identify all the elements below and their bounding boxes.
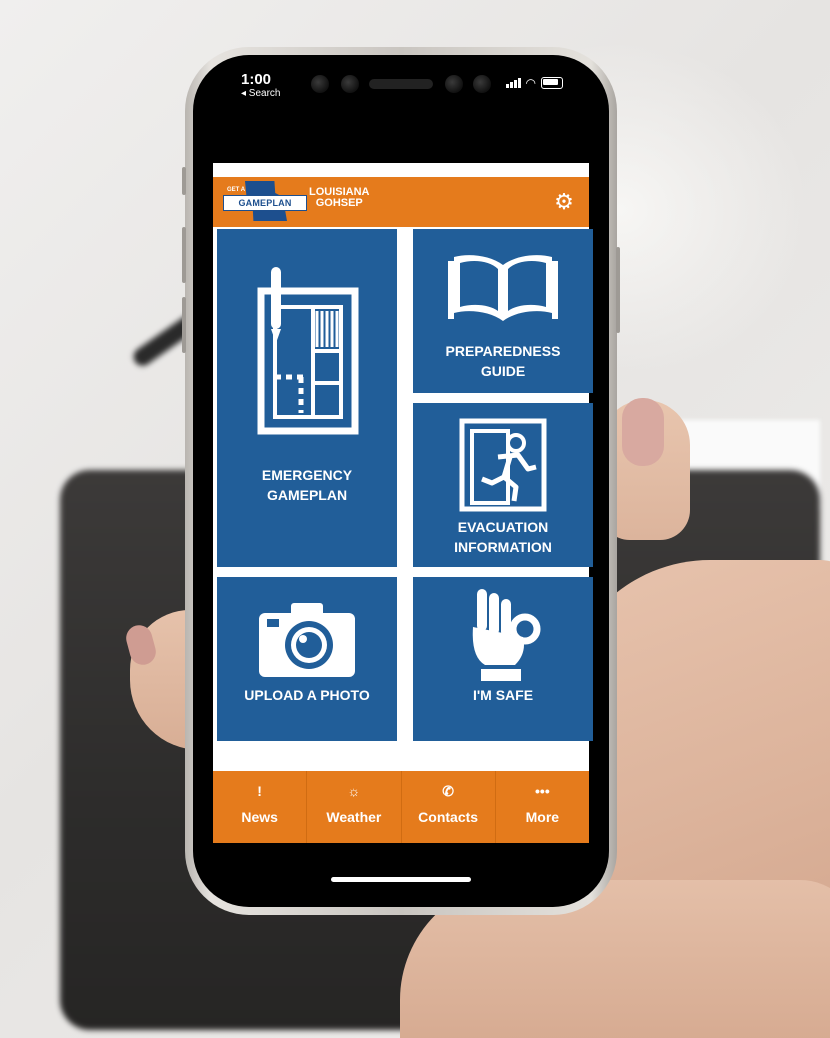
evacuation-information-tile[interactable]: EVACUATION INFORMATION (413, 403, 593, 567)
evacuation-information-label: EVACUATION INFORMATION (413, 517, 593, 557)
tile-label-line2: GAMEPLAN (266, 487, 348, 503)
app-header: GET A GAMEPLAN LOUISIANA GOHSEP ⚙ (213, 177, 589, 227)
back-to-search-link[interactable]: ◂ Search (241, 88, 280, 99)
sensor-icon (445, 75, 463, 93)
tile-label-line2: INFORMATION (454, 539, 552, 555)
phone-icon: ✆ (442, 783, 454, 799)
nav-contacts-label: Contacts (418, 809, 479, 825)
nav-contacts[interactable]: ✆ Contacts (402, 771, 496, 843)
tile-label-line1: PREPAREDNESS (445, 343, 561, 359)
header-title: LOUISIANA GOHSEP (309, 187, 370, 209)
tile-label-line2: GUIDE (480, 363, 526, 379)
open-book-icon (448, 255, 558, 321)
notch (293, 67, 509, 109)
nav-more-label: More (525, 809, 560, 825)
silent-switch (182, 167, 186, 195)
phone-device: 1:00 ◂ Search ◠ GET A GAMEPLAN LOUISIANA… (182, 47, 620, 915)
sensor-icon (311, 75, 329, 93)
signal-icon (505, 78, 521, 88)
preparedness-guide-tile[interactable]: PREPAREDNESS GUIDE (413, 229, 593, 393)
face-id-icon (473, 75, 491, 93)
wifi-icon: ◠ (525, 76, 536, 90)
bottom-navigation: ! News ☼ Weather ✆ Contacts ••• More (213, 771, 589, 843)
status-right: ◠ (505, 76, 563, 90)
floorplan-icon (257, 267, 359, 435)
logo-small-text: GET A (227, 187, 246, 193)
im-safe-label: I'M SAFE (472, 687, 534, 703)
home-indicator[interactable] (331, 877, 471, 882)
tile-label-line1: EMERGENCY (261, 467, 353, 483)
camera-lens-icon (341, 75, 359, 93)
status-left: 1:00 ◂ Search (241, 71, 280, 99)
nav-news[interactable]: ! News (213, 771, 308, 843)
finger-nail (622, 398, 664, 466)
app-content: GET A GAMEPLAN LOUISIANA GOHSEP ⚙ EMERGE… (213, 163, 593, 843)
tile-label-line1: EVACUATION (457, 519, 549, 535)
status-time: 1:00 (241, 71, 272, 88)
volume-up-button (182, 227, 186, 283)
header-title-line2: GOHSEP (315, 197, 363, 209)
sun-icon: ☼ (347, 783, 361, 799)
preparedness-guide-label: PREPAREDNESS GUIDE (413, 341, 593, 381)
emergency-gameplan-label: EMERGENCY GAMEPLAN (217, 465, 397, 505)
nav-weather-label: Weather (326, 809, 382, 825)
nav-weather[interactable]: ☼ Weather (307, 771, 402, 843)
volume-down-button (182, 297, 186, 353)
more-dots-icon: ••• (535, 783, 550, 799)
logo-banner-text: GAMEPLAN (223, 195, 307, 211)
exit-sign-icon (459, 418, 547, 512)
gameplan-logo[interactable]: GET A GAMEPLAN (223, 181, 307, 221)
alert-icon: ! (257, 783, 262, 799)
phone-screen: 1:00 ◂ Search ◠ GET A GAMEPLAN LOUISIANA… (205, 67, 597, 895)
power-button (616, 247, 620, 333)
upload-photo-tile[interactable]: UPLOAD A PHOTO (217, 577, 397, 741)
battery-icon (541, 77, 563, 89)
nav-more[interactable]: ••• More (496, 771, 589, 843)
gear-icon[interactable]: ⚙ (553, 191, 575, 213)
camera-icon (259, 603, 355, 677)
ok-hand-icon (472, 589, 541, 681)
im-safe-tile[interactable]: I'M SAFE (413, 577, 593, 741)
earpiece-speaker (369, 79, 433, 89)
upload-photo-label: UPLOAD A PHOTO (244, 687, 370, 703)
photo-scene: 1:00 ◂ Search ◠ GET A GAMEPLAN LOUISIANA… (0, 0, 830, 1038)
emergency-gameplan-tile[interactable]: EMERGENCY GAMEPLAN (217, 229, 397, 567)
nav-news-label: News (241, 809, 278, 825)
